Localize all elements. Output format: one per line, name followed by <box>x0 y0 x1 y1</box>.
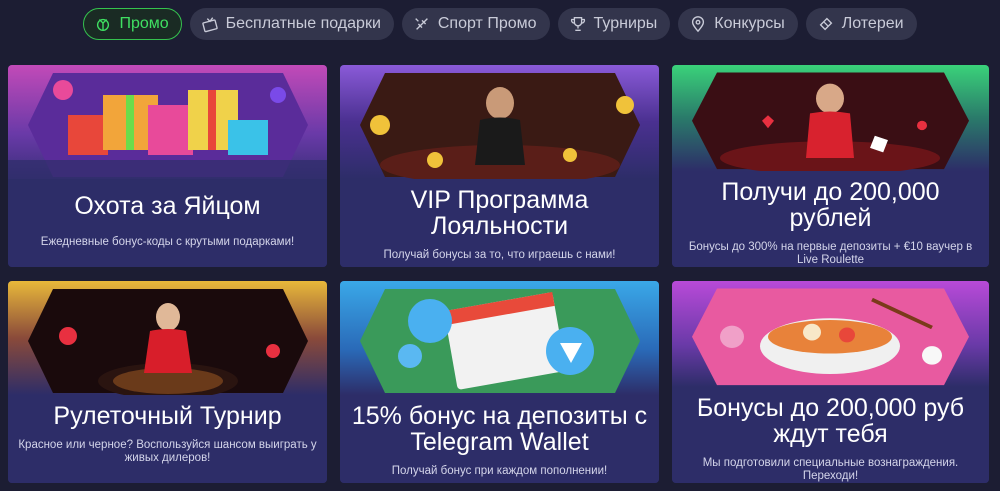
tab-promo[interactable]: Промо <box>83 8 182 40</box>
card-subtitle: Мы подготовили специальные вознаграждени… <box>702 457 959 482</box>
sport-icon <box>413 15 431 33</box>
live-roulette-dealer-image <box>672 65 989 171</box>
promo-card[interactable]: Бонусы до 200,000 руб ждут тебя Мы подго… <box>672 281 989 483</box>
telegram-wallet-image <box>340 281 659 395</box>
tab-label: Лотереи <box>841 15 904 32</box>
promo-card[interactable]: Охота за Яйцом Ежедневные бонус-коды с к… <box>8 65 327 267</box>
promo-tabs: Промо Бесплатные подарки Спорт Промо Тур… <box>0 8 1000 40</box>
tab-contests[interactable]: Конкурсы <box>678 8 798 40</box>
promo-card[interactable]: Рулеточный Турнир Красное или черное? Во… <box>8 281 327 483</box>
card-body: Рулеточный Турнир Красное или черное? Во… <box>8 395 327 483</box>
card-subtitle: Получай бонусы за то, что играешь с нами… <box>383 249 616 261</box>
card-body: Охота за Яйцом Ежедневные бонус-коды с к… <box>8 179 327 267</box>
tab-label: Спорт Промо <box>437 15 537 32</box>
card-body: 15% бонус на депозиты с Telegram Wallet … <box>340 395 659 483</box>
tab-label: Бесплатные подарки <box>225 15 381 32</box>
trophy-icon <box>569 15 587 33</box>
card-subtitle: Бонусы до 300% на первые депозиты + €10 … <box>688 241 973 266</box>
card-body: Получи до 200,000 рублей Бонусы до 300% … <box>672 171 989 267</box>
location-pin-icon <box>689 15 707 33</box>
card-body: VIP Программа Лояльности Получай бонусы … <box>340 179 659 267</box>
card-title: Бонусы до 200,000 руб ждут тебя <box>696 394 965 448</box>
tab-free-gifts[interactable]: Бесплатные подарки <box>189 8 394 40</box>
promo-card[interactable]: Получи до 200,000 рублей Бонусы до 300% … <box>672 65 989 267</box>
gift-icon <box>94 15 112 33</box>
card-body: Бонусы до 200,000 руб ждут тебя Мы подго… <box>672 387 989 483</box>
tab-sport-promo[interactable]: Спорт Промо <box>401 8 550 40</box>
gift-boxes-image <box>8 65 327 179</box>
gift-box-icon <box>201 15 219 33</box>
card-subtitle: Ежедневные бонус-коды с крутыми подаркам… <box>40 236 295 248</box>
roulette-table-image <box>8 281 327 395</box>
card-subtitle: Получай бонус при каждом пополнении! <box>391 465 608 477</box>
card-title: VIP Программа Лояльности <box>410 186 589 240</box>
noodle-bowl-image <box>672 281 989 387</box>
card-title: 15% бонус на депозиты с Telegram Wallet <box>351 402 648 456</box>
card-title: Рулеточный Турнир <box>53 402 282 430</box>
tab-label: Турниры <box>593 15 658 32</box>
tab-label: Промо <box>119 15 169 32</box>
vip-dealer-image <box>340 65 659 179</box>
promo-card[interactable]: VIP Программа Лояльности Получай бонусы … <box>340 65 659 267</box>
card-title: Охота за Яйцом <box>74 192 261 220</box>
card-subtitle: Красное или черное? Воспользуйся шансом … <box>18 439 317 464</box>
promo-grid: Охота за Яйцом Ежедневные бонус-коды с к… <box>8 65 996 483</box>
tab-lotteries[interactable]: Лотереи <box>805 8 917 40</box>
card-title: Получи до 200,000 рублей <box>721 178 940 232</box>
ticket-icon <box>817 15 835 33</box>
tab-label: Конкурсы <box>714 15 785 32</box>
promo-card[interactable]: 15% бонус на депозиты с Telegram Wallet … <box>340 281 659 483</box>
tab-tournaments[interactable]: Турниры <box>557 8 671 40</box>
